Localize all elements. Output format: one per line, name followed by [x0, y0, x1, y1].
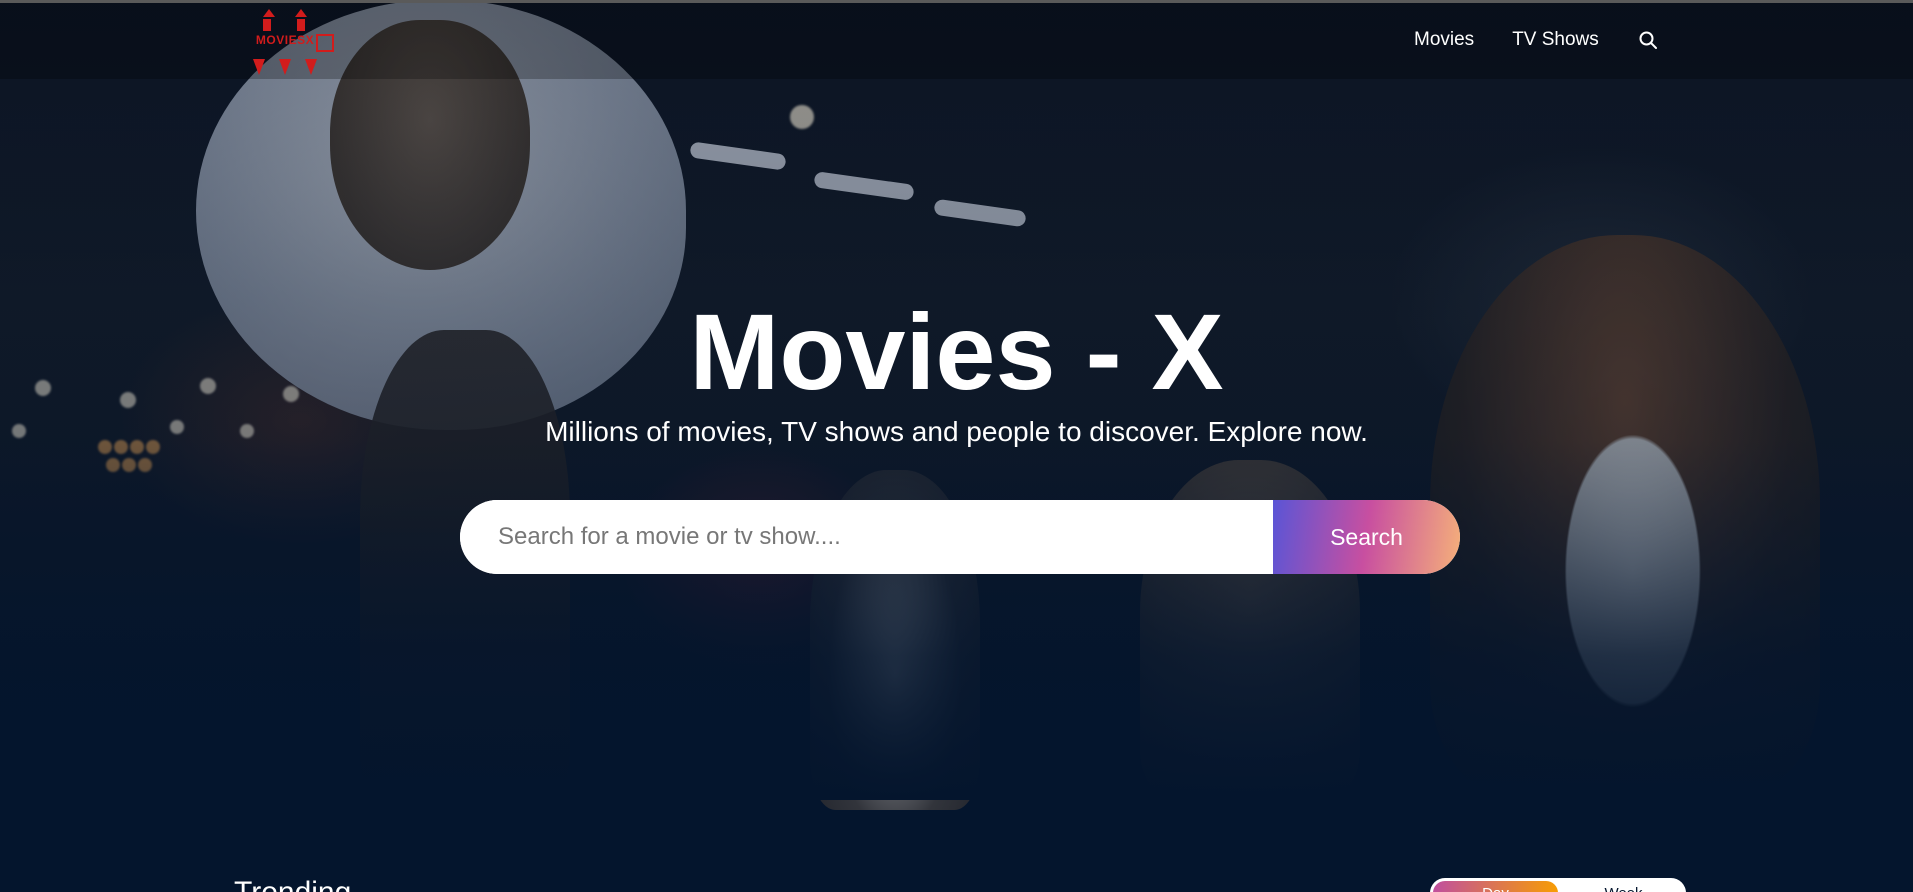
trending-title: Trending [234, 878, 351, 892]
search-icon [1639, 31, 1657, 49]
main-nav: Movies TV Shows [1414, 29, 1659, 51]
hero-subtitle: Millions of movies, TV shows and people … [545, 416, 1368, 447]
tab-day[interactable]: Day [1433, 881, 1558, 892]
nav-tv-shows[interactable]: TV Shows [1512, 29, 1599, 51]
hero-section: Movies - X Millions of movies, TV shows … [0, 0, 1913, 800]
window-top-border [0, 0, 1913, 3]
site-header: MOVIESX Movies TV Shows [0, 3, 1913, 79]
logo-text: MOVIESX [255, 33, 315, 47]
trending-switch-tabs: Day Week [1430, 878, 1686, 892]
hero-search-bar: Search [460, 500, 1460, 574]
hero-title: Movies - X [689, 291, 1224, 412]
search-input[interactable] [460, 500, 1273, 574]
nav-movies[interactable]: Movies [1414, 29, 1474, 51]
site-logo[interactable]: MOVIESX [233, 9, 337, 75]
tab-week[interactable]: Week [1561, 878, 1686, 892]
search-button[interactable]: Search [1273, 500, 1460, 574]
header-search-button[interactable] [1637, 29, 1659, 51]
page: MOVIESX Movies TV Shows Movies - X Milli… [0, 0, 1913, 892]
